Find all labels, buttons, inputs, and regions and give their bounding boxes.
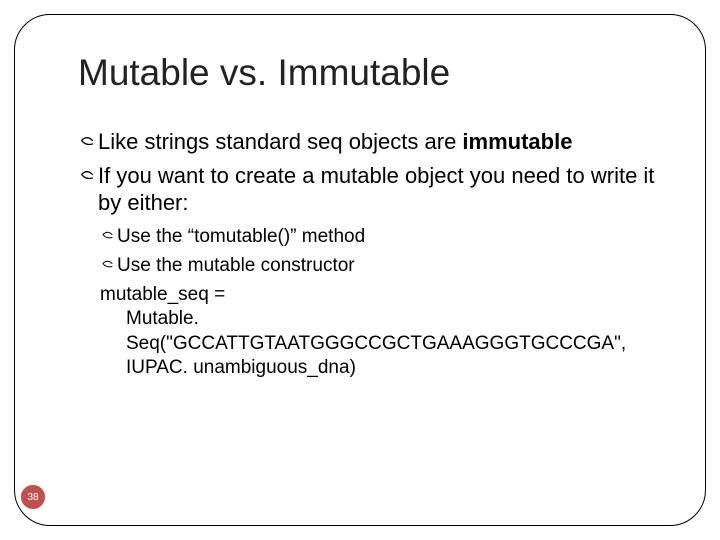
code-line-2-text: Mutable. Seq("GCCATTGTAATGGGCCGCTGAAAGGG… [100,307,660,380]
slide-title: Mutable vs. Immutable [78,52,660,94]
curly-bullet-icon [100,257,115,281]
code-line-1: mutable_seq = [100,283,660,307]
bullet-2-text: If you want to create a mutable object y… [98,162,660,217]
bullet-1-pre: Like strings standard seq objects are [98,129,462,154]
sub-bullet-2-text: Use the mutable constructor [117,254,660,278]
curly-bullet-icon [78,166,96,194]
sub-bullet-1-text: Use the “tomutable()” method [117,225,660,249]
bullet-1-bold: immutable [462,129,572,154]
slide: Mutable vs. Immutable Like strings stand… [0,0,720,540]
bullet-2: If you want to create a mutable object y… [78,162,660,217]
curly-bullet-icon [78,132,96,160]
bullet-1-text: Like strings standard seq objects are im… [98,128,660,156]
sub-bullet-2: Use the mutable constructor [100,254,660,281]
curly-bullet-icon [100,228,115,252]
bullet-1: Like strings standard seq objects are im… [78,128,660,160]
slide-content: Mutable vs. Immutable Like strings stand… [78,52,660,380]
page-number: 38 [27,492,38,503]
page-number-badge: 38 [21,485,45,509]
sub-bullet-1: Use the “tomutable()” method [100,225,660,252]
code-line-2: Mutable. Seq("GCCATTGTAATGGGCCGCTGAAAGGG… [100,307,660,380]
